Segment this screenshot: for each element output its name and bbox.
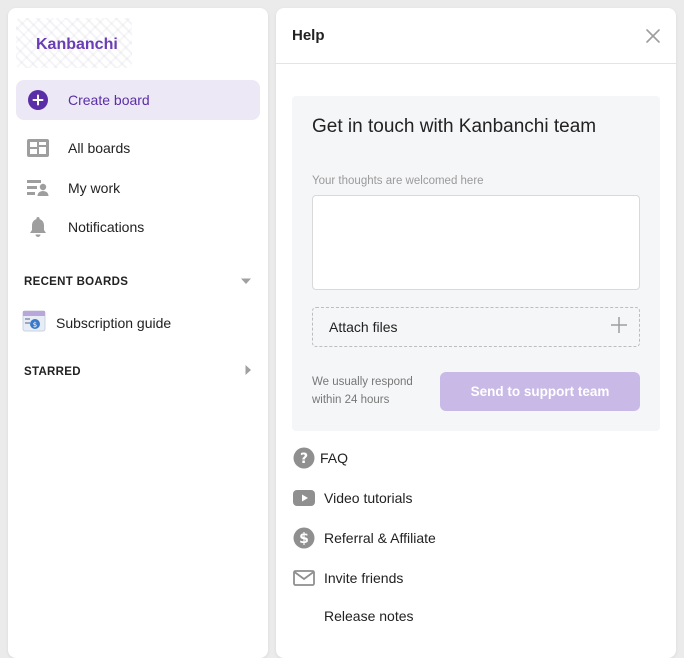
video-tutorials-link[interactable]: Video tutorials — [292, 484, 592, 512]
attach-files-button[interactable]: Attach files — [312, 307, 640, 347]
contact-title: Get in touch with Kanbanchi team — [312, 116, 597, 137]
feedback-textarea[interactable] — [312, 195, 640, 290]
question-circle-icon: ? — [292, 447, 316, 469]
video-tutorials-label: Video tutorials — [324, 490, 413, 506]
svg-text:$: $ — [33, 321, 37, 329]
sidebar: Kanbanchi Create board All boards My wor… — [8, 8, 268, 658]
recent-board-item[interactable]: $ Subscription guide — [22, 310, 262, 336]
recent-boards-title: RECENT BOARDS — [24, 276, 129, 288]
release-notes-label: Release notes — [324, 608, 414, 624]
starred-title: STARRED — [24, 365, 81, 378]
recent-boards-header[interactable]: RECENT BOARDS — [24, 276, 252, 288]
respond-note: We usually respond within 24 hours — [312, 376, 413, 406]
board-thumbnail-icon: $ — [22, 310, 46, 337]
attach-files-label: Attach files — [329, 319, 398, 335]
create-board-label: Create board — [68, 92, 150, 108]
help-panel: Help Get in touch with Kanbanchi team Yo… — [276, 8, 676, 658]
help-header: Help — [276, 8, 676, 64]
referral-affiliate-link[interactable]: $ Referral & Affiliate — [292, 524, 592, 552]
svg-text:?: ? — [300, 451, 308, 467]
close-button[interactable] — [646, 28, 660, 43]
contact-card: Get in touch with Kanbanchi team Your th… — [292, 96, 660, 431]
sidebar-item-notifications[interactable]: Notifications — [16, 207, 260, 247]
recent-board-label: Subscription guide — [56, 315, 172, 331]
close-icon — [646, 28, 660, 43]
create-board-button[interactable]: Create board — [16, 80, 260, 120]
faq-link[interactable]: ? FAQ — [292, 444, 592, 472]
dollar-circle-icon: $ — [292, 527, 316, 549]
invite-friends-link[interactable]: Invite friends — [292, 564, 592, 592]
chevron-right-icon — [244, 364, 252, 379]
plus-icon — [611, 316, 627, 338]
sidebar-item-my-work[interactable]: My work — [16, 168, 260, 208]
starred-header[interactable]: STARRED — [24, 364, 252, 379]
bell-icon — [16, 216, 60, 238]
page-title: Help — [292, 27, 325, 44]
referral-affiliate-label: Referral & Affiliate — [324, 530, 436, 546]
feedback-field-label: Your thoughts are welcomed here — [312, 175, 484, 187]
svg-text:$: $ — [299, 531, 309, 547]
my-work-icon — [16, 179, 60, 197]
send-to-support-button[interactable]: Send to support team — [440, 372, 640, 411]
sidebar-item-all-boards[interactable]: All boards — [16, 128, 260, 168]
sidebar-item-label: Notifications — [68, 219, 145, 235]
invite-friends-label: Invite friends — [324, 570, 404, 586]
plus-circle-icon — [16, 90, 60, 110]
video-play-icon — [292, 490, 316, 506]
boards-icon — [16, 139, 60, 157]
envelope-icon — [292, 570, 316, 586]
release-notes-link[interactable]: Release notes — [292, 602, 592, 630]
faq-label: FAQ — [320, 450, 349, 466]
chevron-down-icon — [240, 276, 252, 288]
sidebar-item-label: All boards — [68, 140, 131, 156]
sidebar-item-label: My work — [68, 180, 121, 196]
app-logo[interactable]: Kanbanchi — [36, 36, 118, 54]
